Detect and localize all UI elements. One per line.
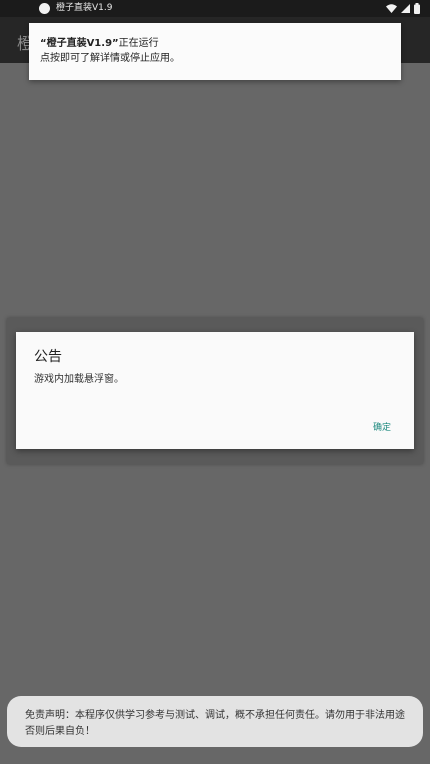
notification-app-name: “橙子直装V1.9” bbox=[40, 38, 119, 49]
toast-text: 免责声明：本程序仅供学习参考与测试、调试，概不承担任何责任。请勿用于非法用途否则… bbox=[25, 710, 405, 737]
disclaimer-toast: 免责声明：本程序仅供学习参考与测试、调试，概不承担任何责任。请勿用于非法用途否则… bbox=[7, 696, 423, 747]
system-icons bbox=[386, 2, 420, 15]
notification-line-1: “橙子直装V1.9”正在运行 bbox=[40, 36, 401, 51]
signal-icon bbox=[401, 4, 410, 13]
app-notification-icon bbox=[39, 3, 50, 14]
running-notification[interactable]: “橙子直装V1.9”正在运行 点按即可了解详情或停止应用。 bbox=[29, 23, 401, 80]
notification-detail: 点按即可了解详情或停止应用。 bbox=[40, 53, 180, 64]
confirm-button[interactable]: 确定 bbox=[373, 420, 391, 433]
battery-icon bbox=[414, 3, 420, 14]
status-bar: 橙子直装V1.9 bbox=[0, 0, 430, 17]
notification-running-text: 正在运行 bbox=[118, 38, 159, 49]
status-bar-title: 橙子直装V1.9 bbox=[56, 3, 113, 13]
dialog-message: 游戏内加载悬浮窗。 bbox=[34, 374, 124, 385]
wifi-icon bbox=[386, 4, 397, 13]
dialog-title: 公告 bbox=[34, 349, 62, 365]
announcement-dialog: 公告 游戏内加载悬浮窗。 确定 bbox=[16, 332, 414, 449]
